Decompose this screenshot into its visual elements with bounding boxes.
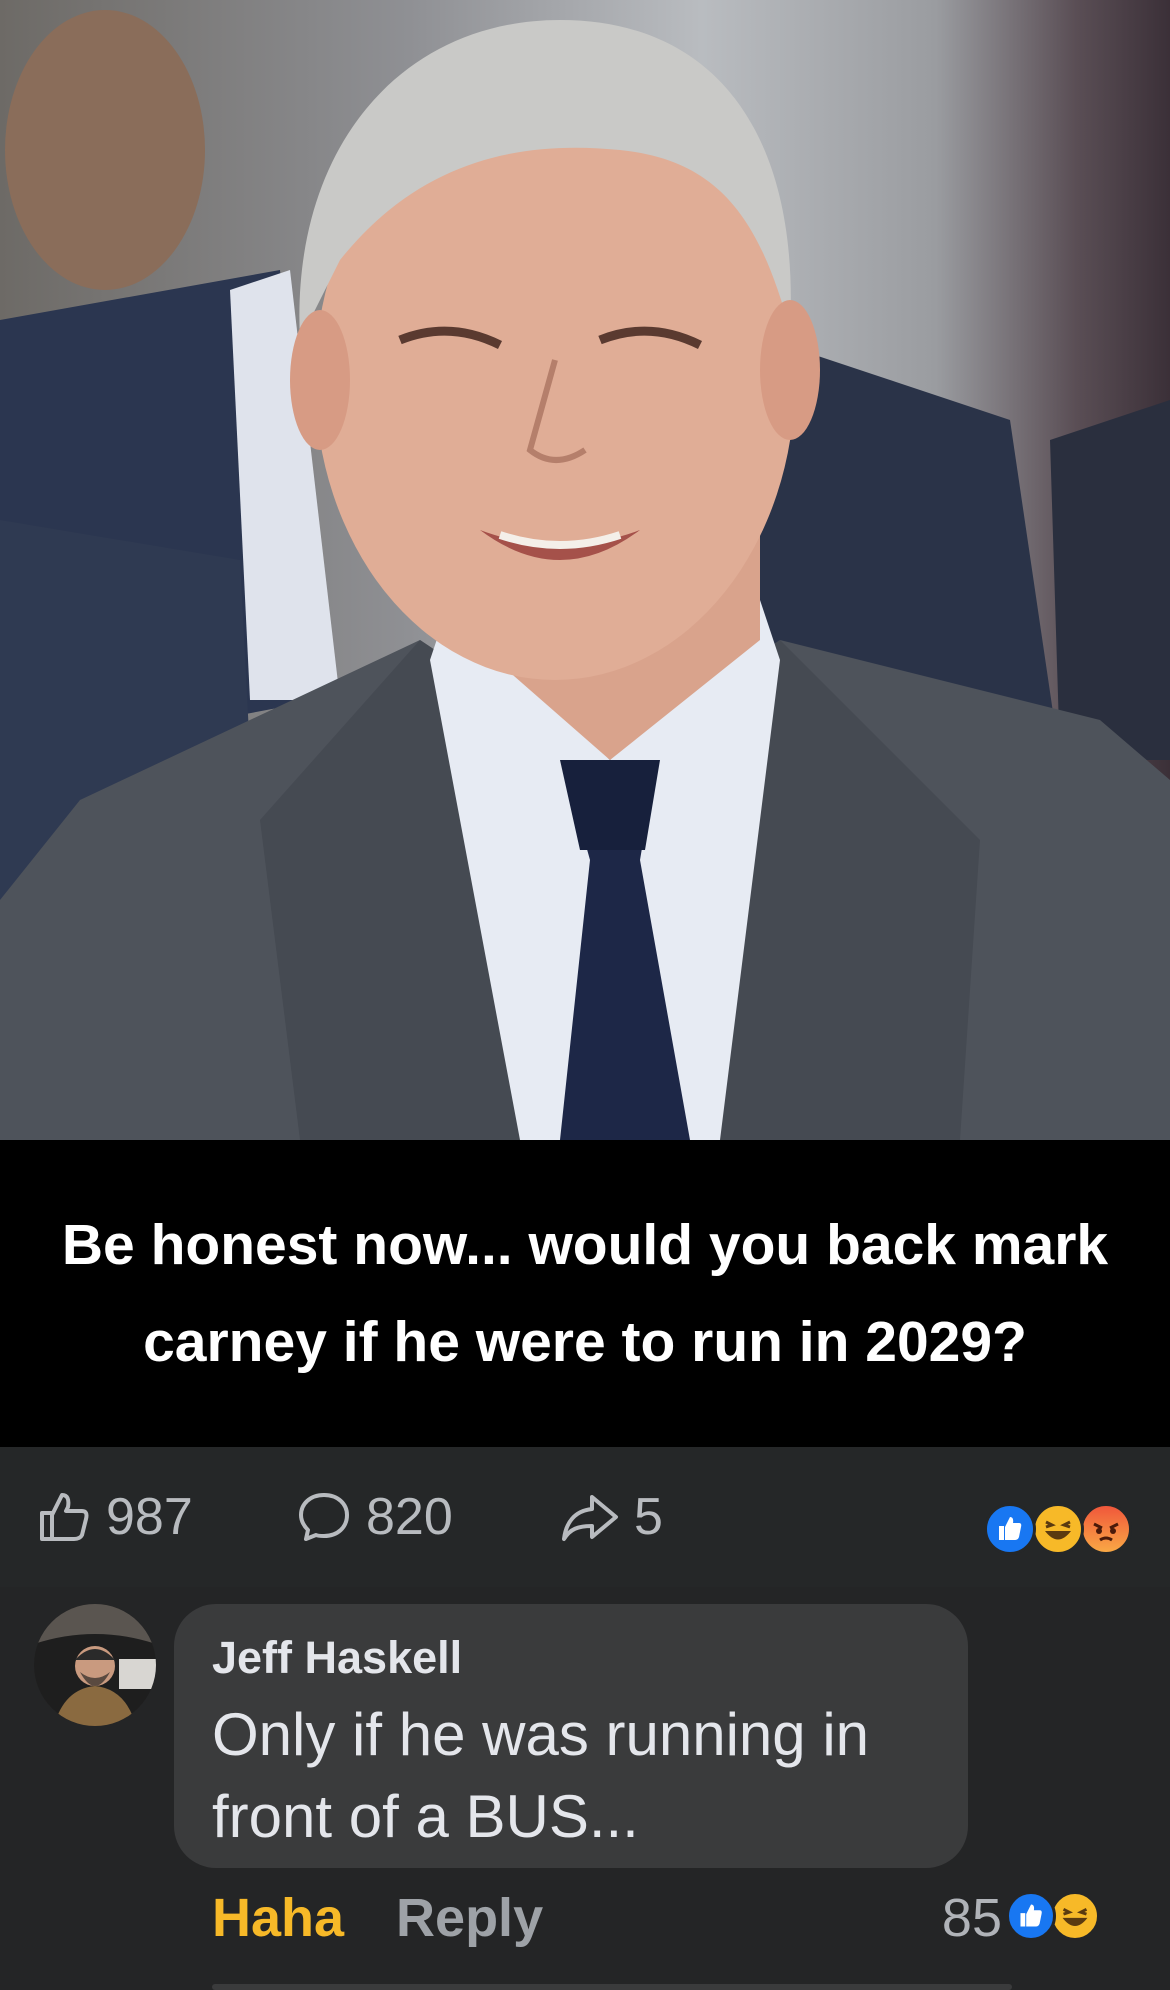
comment: Jeff Haskell Only if he was running in f…	[0, 1587, 1170, 1990]
post-caption: Be honest now... would you back mark car…	[0, 1140, 1170, 1447]
like-button[interactable]: 987	[36, 1488, 193, 1546]
share-button[interactable]: 5	[560, 1488, 663, 1546]
like-icon	[1006, 1891, 1056, 1941]
haha-icon	[1050, 1891, 1100, 1941]
next-comment-edge	[212, 1984, 1012, 1990]
comments-count: 820	[366, 1488, 453, 1546]
haha-reaction-button[interactable]: Haha	[212, 1887, 344, 1949]
comment-actions: Haha Reply	[212, 1887, 543, 1949]
commenter-avatar-image	[34, 1604, 156, 1726]
angry-icon	[1080, 1503, 1132, 1555]
post-photo[interactable]	[0, 0, 1170, 1140]
like-icon	[984, 1503, 1036, 1555]
post-reactions[interactable]	[984, 1503, 1134, 1555]
thumbs-up-icon	[40, 1493, 89, 1541]
shares-count: 5	[634, 1488, 663, 1546]
avatar[interactable]	[34, 1604, 156, 1726]
share-arrow-icon	[562, 1495, 618, 1541]
comment-author[interactable]: Jeff Haskell	[212, 1628, 932, 1688]
comment-bubble[interactable]: Jeff Haskell Only if he was running in f…	[174, 1604, 968, 1868]
photo-illustration	[0, 10, 1170, 1140]
comment-button[interactable]: 820	[296, 1488, 453, 1546]
reply-button[interactable]: Reply	[396, 1887, 543, 1949]
comment-bubble-icon	[299, 1493, 349, 1541]
comment-reaction-count[interactable]: 85	[942, 1887, 1002, 1949]
likes-count: 987	[106, 1488, 193, 1546]
comment-text: Only if he was running in front of a BUS…	[212, 1701, 870, 1850]
post-action-bar: 987 820 5	[0, 1447, 1170, 1587]
comment-reactions[interactable]	[1006, 1891, 1110, 1945]
haha-icon	[1032, 1503, 1084, 1555]
caption-text: Be honest now... would you back mark car…	[61, 1212, 1109, 1374]
